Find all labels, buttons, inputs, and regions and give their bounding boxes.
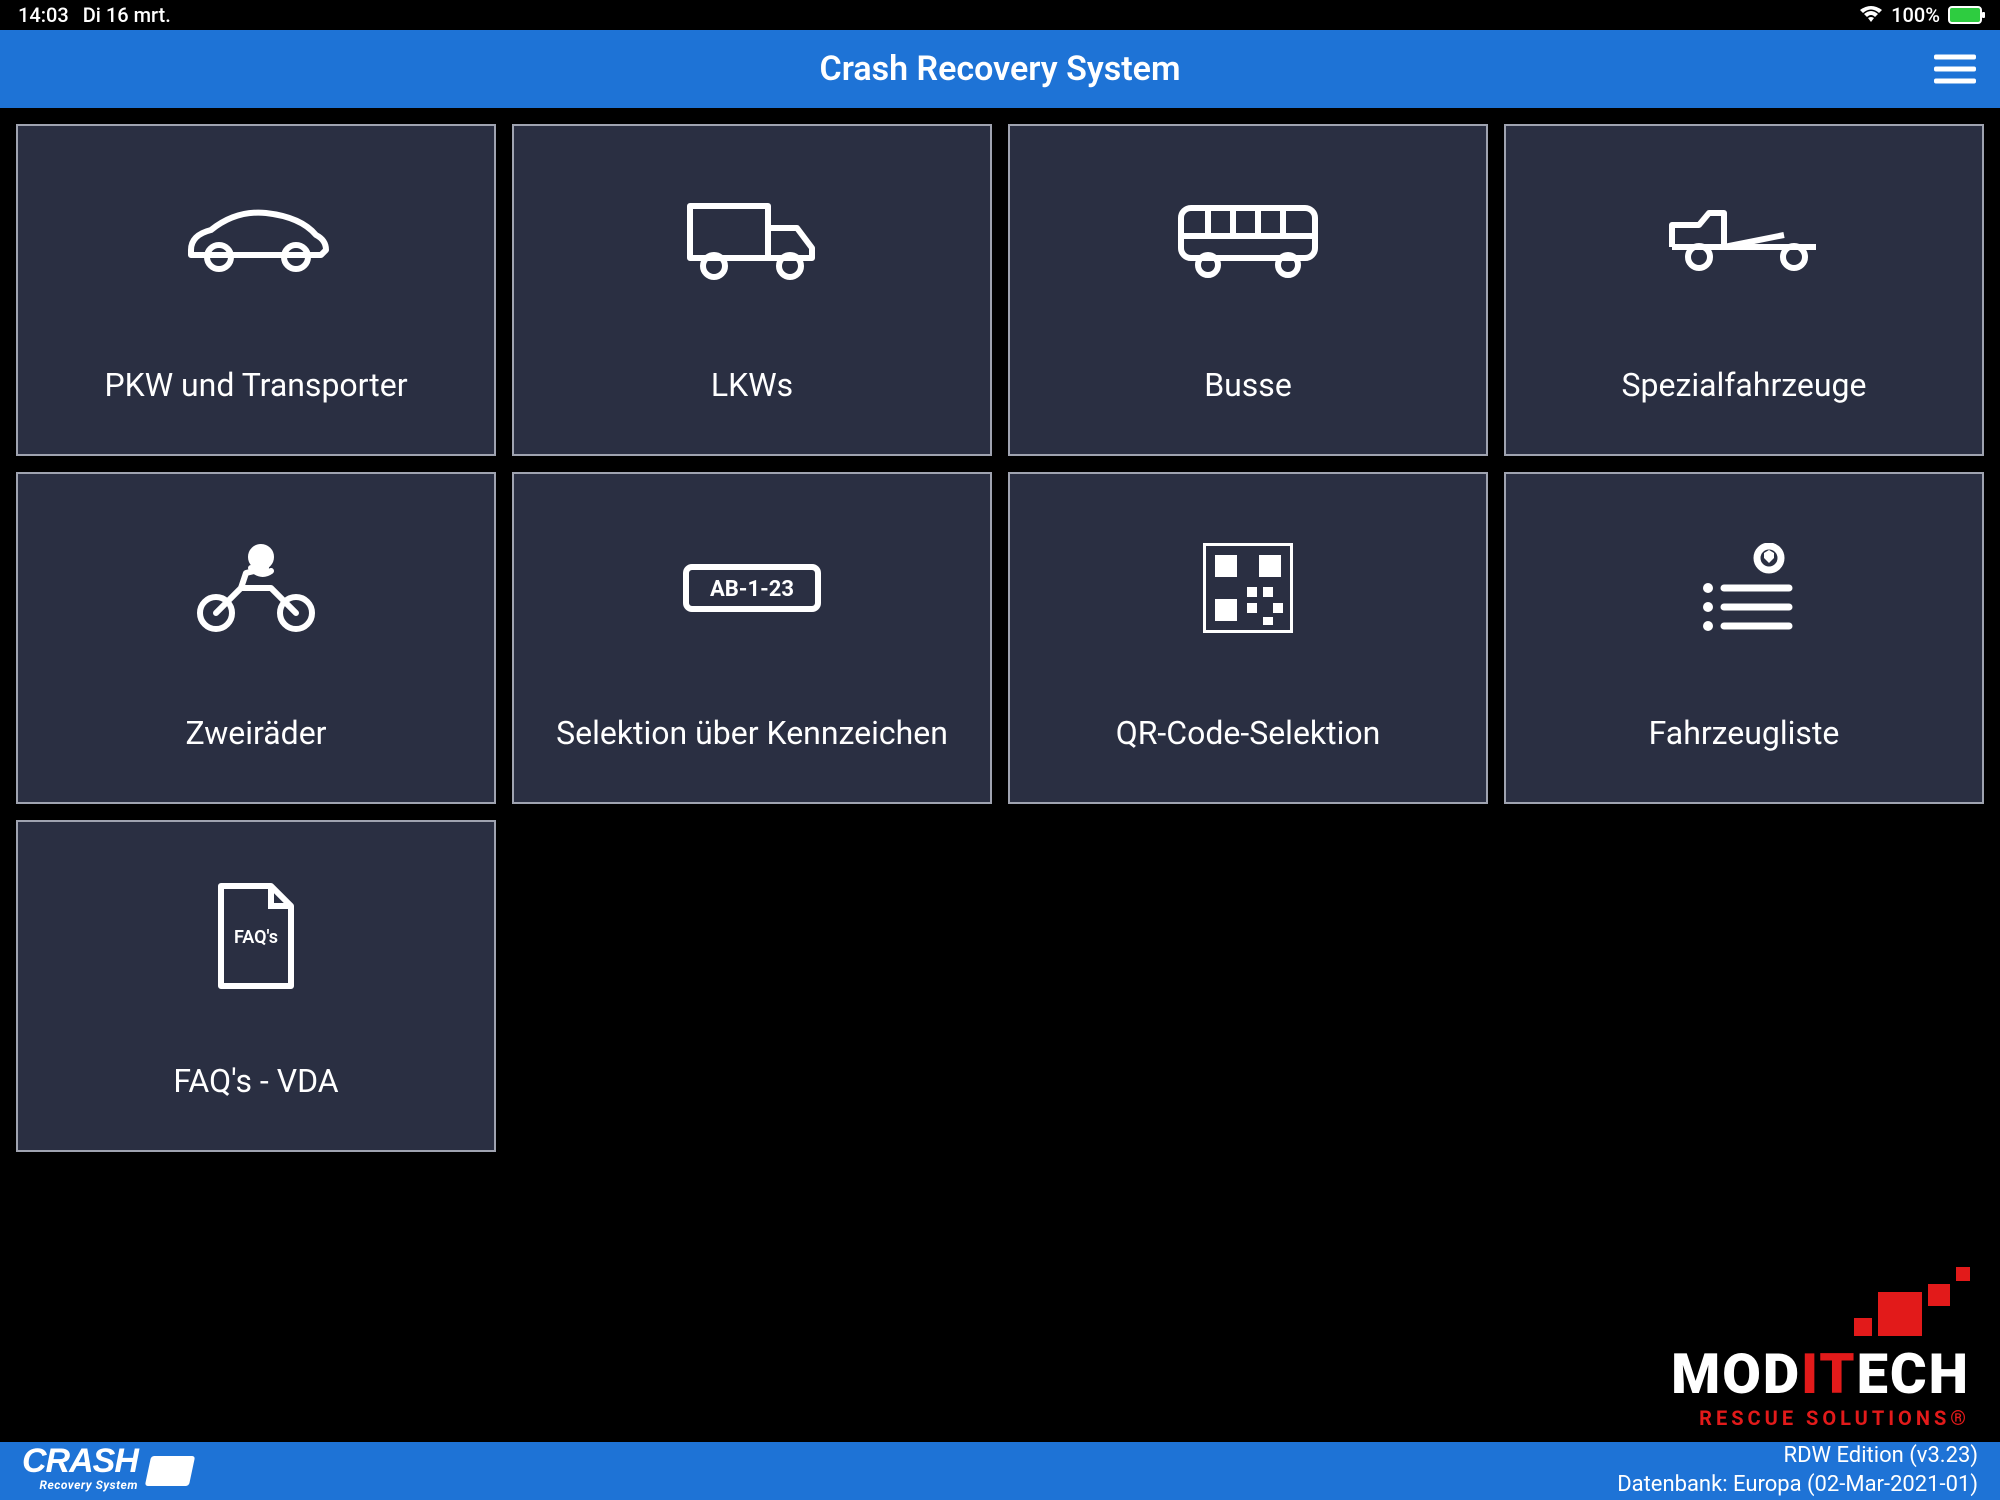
footer-logo-sub: Recovery System	[22, 1478, 138, 1492]
footer-logo-main: CRASH	[22, 1442, 138, 1480]
page-title: Crash Recovery System	[819, 49, 1180, 89]
tile-label: Busse	[1186, 365, 1310, 405]
brand-tagline: RESCUE SOLUTIONS®	[1671, 1406, 1970, 1430]
tile-vehicle-list[interactable]: Fahrzeugliste	[1504, 472, 1984, 804]
battery-percent: 100%	[1891, 3, 1940, 27]
svg-text:FAQ's: FAQ's	[234, 927, 278, 948]
footer-database: Datenbank: Europa (02-Mar-2021-01)	[1617, 1471, 1978, 1500]
menu-button[interactable]	[1934, 55, 1976, 84]
tile-label: PKW und Transporter	[86, 365, 425, 405]
brand-part2: IT	[1801, 1341, 1856, 1407]
tile-trucks[interactable]: LKWs	[512, 124, 992, 456]
vehicle-list-icon	[1694, 523, 1794, 653]
qr-code-icon	[1203, 523, 1293, 653]
tile-qr-code-selection[interactable]: QR-Code-Selektion	[1008, 472, 1488, 804]
special-vehicle-icon	[1664, 175, 1824, 305]
tile-label: Spezialfahrzeuge	[1604, 365, 1885, 405]
category-grid: PKW und Transporter LKWs Busse	[0, 108, 2000, 1168]
crash-logo: CRASH Recovery System	[22, 1450, 192, 1492]
tile-label: FAQ's - VDA	[155, 1061, 356, 1101]
book-icon	[145, 1456, 195, 1486]
bus-icon	[1173, 175, 1323, 305]
tile-label: Fahrzeugliste	[1631, 713, 1858, 753]
tile-license-plate-selection[interactable]: AB-1-23 Selektion über Kennzeichen	[512, 472, 992, 804]
tile-label: Zweiräder	[167, 713, 344, 753]
status-time: 14:03	[18, 3, 69, 27]
truck-icon	[682, 175, 822, 305]
car-icon	[181, 175, 331, 305]
brand-part1: MOD	[1671, 1341, 1801, 1407]
wifi-icon	[1859, 6, 1883, 24]
tile-cars-vans[interactable]: PKW und Transporter	[16, 124, 496, 456]
app-header: Crash Recovery System	[0, 30, 2000, 108]
tile-buses[interactable]: Busse	[1008, 124, 1488, 456]
tile-label: QR-Code-Selektion	[1098, 713, 1399, 753]
footer-bar: CRASH Recovery System RDW Edition (v3.23…	[0, 1442, 2000, 1500]
status-date: Di 16 mrt.	[83, 3, 171, 27]
tile-label: Selektion über Kennzeichen	[538, 713, 966, 753]
svg-text:AB-1-23: AB-1-23	[710, 577, 794, 602]
faq-document-icon: FAQ's	[211, 871, 301, 1001]
brand-part3: ECH	[1857, 1341, 1970, 1407]
battery-icon	[1948, 6, 1982, 24]
tile-faq-vda[interactable]: FAQ's FAQ's - VDA	[16, 820, 496, 1152]
tile-special-vehicles[interactable]: Spezialfahrzeuge	[1504, 124, 1984, 456]
motorcycle-icon	[191, 523, 321, 653]
tile-two-wheelers[interactable]: Zweiräder	[16, 472, 496, 804]
tile-label: LKWs	[693, 365, 811, 405]
footer-edition: RDW Edition (v3.23)	[1617, 1442, 1978, 1471]
license-plate-icon: AB-1-23	[682, 523, 822, 653]
status-bar: 14:03 Di 16 mrt. 100%	[0, 0, 2000, 30]
moditech-logo: MODITECH RESCUE SOLUTIONS®	[1671, 1267, 1970, 1430]
